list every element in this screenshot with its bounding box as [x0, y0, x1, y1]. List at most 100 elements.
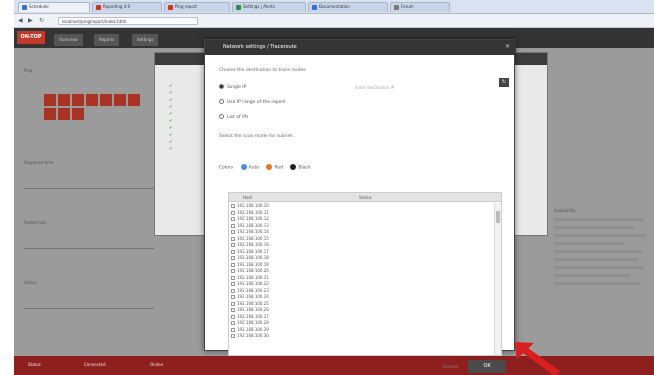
table-scrollbar[interactable] [494, 203, 501, 355]
list-item: ✔ [169, 146, 173, 151]
destination-hint: Enter destination IP [355, 85, 395, 90]
bg-text-line [554, 218, 644, 221]
browser-tab[interactable]: Settings | Alerts [232, 2, 306, 12]
row-checkbox[interactable] [231, 301, 235, 306]
row-checkbox[interactable] [231, 282, 235, 286]
bg-status-square [58, 94, 70, 106]
column-header-host[interactable]: Host [243, 195, 252, 200]
reload-icon[interactable]: ↻ [39, 17, 44, 24]
browser-tab-label: Forum [401, 4, 414, 9]
row-checkbox[interactable] [231, 210, 235, 215]
column-header-status[interactable]: Status [359, 195, 372, 200]
bg-chart-axis [24, 248, 154, 249]
table-body: 192.168.100.10 192.168.100.11 192.168.100.… [229, 203, 494, 340]
row-checkbox[interactable] [231, 262, 235, 267]
browser-tab[interactable]: Reporting 4.9 [92, 2, 162, 12]
background-dialog-list: ✔ ✔ ✔ ✔ ✔ ✔ ✔ ✔ ✔ ✔ [169, 83, 209, 223]
browser-tab[interactable]: Forum [390, 2, 450, 12]
favicon-icon [96, 4, 101, 10]
row-checkbox[interactable] [231, 308, 235, 312]
address-bar[interactable]: localhost/ping/report/index.html [58, 17, 198, 25]
color-swatch-black[interactable] [290, 164, 297, 170]
row-host: 192.168.100.21 [237, 274, 269, 280]
bg-status-square [44, 94, 56, 106]
bg-status-square [44, 108, 56, 120]
header-tab-reports[interactable]: Reports [94, 34, 120, 46]
browser-tab-label: Ping report [175, 4, 197, 9]
bg-text-line [554, 242, 624, 245]
browser-tab-label: Settings | Alerts [243, 4, 275, 9]
footer-online[interactable]: Online [150, 362, 163, 367]
row-host: 192.168.100.26 [237, 307, 269, 312]
scope-label: Choose the destination to trace routes [219, 68, 306, 73]
row-checkbox[interactable] [231, 236, 235, 241]
row-host: 192.168.100.25 [237, 300, 269, 306]
browser-tab[interactable]: Ping report [164, 2, 230, 12]
bg-text-line [554, 258, 638, 261]
bg-status-square [72, 94, 84, 106]
list-item: ✔ [169, 90, 173, 95]
row-checkbox[interactable] [231, 217, 235, 221]
row-host: 192.168.100.16 [237, 242, 269, 247]
refresh-button[interactable]: ↻ [499, 78, 509, 87]
back-icon[interactable]: ◀ [18, 17, 23, 24]
radio-label: List of IPs [227, 115, 249, 120]
scrollbar-thumb[interactable] [496, 211, 500, 223]
table-header: Host Status [229, 193, 501, 202]
bg-status-square [58, 108, 70, 120]
row-checkbox[interactable] [231, 321, 235, 325]
radio-ip-range[interactable]: Use IP range of the report [219, 99, 285, 105]
close-icon[interactable]: ✕ [505, 43, 510, 50]
table-row[interactable]: 192.168.100.30 [229, 333, 494, 340]
color-swatch-red[interactable] [266, 164, 273, 170]
row-host: 192.168.100.19 [237, 261, 269, 267]
bg-text-line [554, 226, 634, 229]
radio-icon [219, 99, 224, 104]
row-checkbox[interactable] [231, 334, 235, 338]
row-checkbox[interactable] [231, 327, 235, 332]
row-host: 192.168.100.29 [237, 326, 269, 332]
row-host: 192.168.100.12 [237, 216, 269, 221]
color-label: Black [298, 165, 311, 171]
list-item: ✔ [169, 139, 173, 144]
cancel-button[interactable]: Cancel [443, 365, 458, 370]
bg-text-line [554, 282, 640, 285]
header-tab-overview[interactable]: Overview [54, 34, 83, 46]
footer-status[interactable]: Status [28, 362, 41, 367]
row-checkbox[interactable] [231, 314, 235, 319]
traceroute-modal: Network settings / Traceroute ✕ Choose t… [204, 39, 516, 373]
list-item: ✔ [169, 111, 173, 116]
browser-navbar: ◀ ▶ ↻ localhost/ping/report/index.html [14, 14, 654, 28]
radio-ip-list[interactable]: List of IPs [219, 114, 248, 120]
row-checkbox[interactable] [231, 295, 235, 299]
list-item: ✔ [169, 118, 173, 123]
footer-connected[interactable]: Connected [84, 362, 106, 367]
bg-label-loss: Packet loss [24, 220, 47, 225]
list-item: ✔ [169, 132, 173, 137]
bg-status-square [114, 94, 126, 106]
row-checkbox[interactable] [231, 275, 235, 280]
row-host: 192.168.100.22 [237, 281, 269, 286]
row-checkbox[interactable] [231, 256, 235, 260]
row-host: 192.168.100.27 [237, 313, 269, 319]
row-checkbox[interactable] [231, 288, 235, 293]
browser-tab[interactable]: Documentation [308, 2, 388, 12]
ok-button[interactable]: OK [468, 360, 506, 373]
radio-single-ip[interactable]: Single IP [219, 84, 246, 90]
forward-icon[interactable]: ▶ [28, 17, 33, 24]
row-checkbox[interactable] [231, 249, 235, 254]
row-checkbox[interactable] [231, 230, 235, 234]
color-label: Auto [248, 165, 259, 171]
favicon-icon [236, 4, 241, 10]
row-checkbox[interactable] [231, 269, 235, 273]
bg-status-square [100, 94, 112, 106]
row-checkbox[interactable] [231, 204, 235, 208]
bg-status-square [128, 94, 140, 106]
header-tab-settings[interactable]: Settings [132, 34, 159, 46]
bg-label-ping: Ping [24, 68, 33, 73]
bg-text-line [554, 234, 646, 237]
row-checkbox[interactable] [231, 223, 235, 228]
color-swatch-auto[interactable] [240, 164, 247, 170]
row-checkbox[interactable] [231, 243, 235, 247]
browser-tab[interactable]: Scheduler [18, 2, 90, 12]
